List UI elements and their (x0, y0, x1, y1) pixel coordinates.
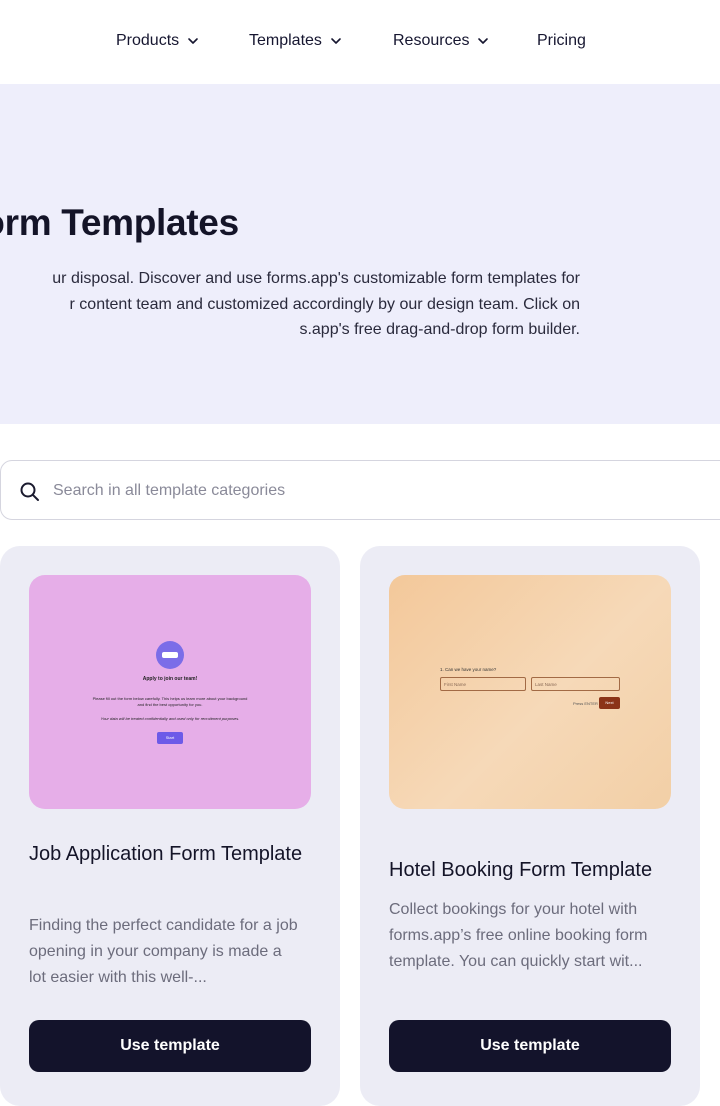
search-icon (20, 482, 39, 501)
chevron-down-icon (478, 38, 489, 44)
card-description: Finding the perfect candidate for a job … (29, 917, 298, 986)
hero-description: ur disposal. Discover and use forms.app'… (0, 266, 580, 343)
nav-pricing-label: Pricing (537, 32, 586, 49)
card-title: Hotel Booking Form Template (389, 859, 653, 881)
nav-products[interactable]: Products (116, 30, 199, 52)
preview-first-name-field: First Name (440, 677, 526, 691)
nav-templates-label: Templates (249, 32, 322, 49)
search-input[interactable] (51, 461, 655, 521)
page-title: Form Templates (0, 202, 239, 243)
nav-pricing[interactable]: Pricing (537, 30, 586, 52)
preview-form: 1. Can we have your name? First Name Las… (389, 575, 671, 809)
hero-description-line: r content team and customized accordingl… (69, 295, 580, 313)
use-template-button[interactable]: Use template (29, 1020, 311, 1072)
nav-templates[interactable]: Templates (249, 30, 342, 52)
template-card-job-application[interactable]: Apply to join our team! Please fill out … (0, 546, 340, 1106)
nav-resources-label: Resources (393, 32, 470, 49)
template-preview-image[interactable]: Apply to join our team! Please fill out … (29, 575, 311, 809)
hero-description-line: ur disposal. Discover and use forms.app'… (52, 270, 580, 287)
card-title: Job Application Form Template (29, 843, 303, 865)
nav-products-label: Products (116, 32, 180, 49)
preview-last-name-field: Last Name (531, 677, 620, 691)
template-card-hotel-booking[interactable]: 1. Can we have your name? First Name Las… (360, 546, 700, 1106)
hero-section: Form Templates ur disposal. Discover and… (0, 84, 720, 424)
preview-start-button: Start (157, 732, 183, 744)
preview-enter-hint: Press ENTER (573, 701, 598, 706)
use-template-button[interactable]: Use template (389, 1020, 671, 1072)
hero-description-line: s.app's free drag-and-drop form builder. (299, 321, 580, 338)
preview-note: Your data will be treated confidentially… (100, 716, 240, 721)
bed-icon (156, 641, 184, 669)
preview-form: Apply to join our team! Please fill out … (29, 575, 311, 809)
preview-question: 1. Can we have your name? (440, 667, 497, 672)
search-box[interactable] (0, 460, 720, 521)
nav-resources[interactable]: Resources (393, 30, 489, 52)
preview-next-button: Next (599, 697, 620, 709)
preview-heading: Apply to join our team! (142, 676, 198, 682)
top-nav: Products Templates Resources Pricing (0, 0, 720, 84)
card-description: Collect bookings for your hotel with for… (389, 901, 648, 970)
template-preview-image[interactable]: 1. Can we have your name? First Name Las… (389, 575, 671, 809)
preview-text: and find the best opportunity for you. (137, 702, 203, 707)
chevron-down-icon (188, 38, 198, 44)
chevron-down-icon (331, 38, 341, 44)
preview-text: Please fill out the form below carefully… (92, 696, 248, 701)
